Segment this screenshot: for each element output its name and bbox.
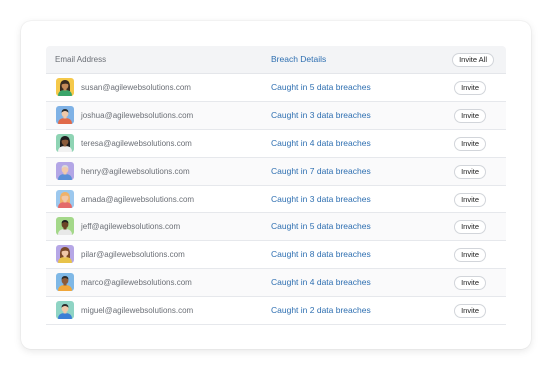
avatar-man-icon — [56, 217, 74, 236]
avatar-woman-icon — [56, 78, 74, 96]
email-address: marco@agilewebsolutions.com — [81, 278, 192, 288]
invite-button[interactable]: Invite — [454, 136, 486, 151]
table-row: miguel@agilewebsolutions.com Caught in 2 … — [46, 297, 506, 326]
email-column-header: Email Address — [55, 55, 107, 64]
table-header: Email Address Breach Details Invite All — [46, 46, 506, 74]
breach-details-link[interactable]: Caught in 4 data breaches — [271, 130, 371, 157]
email-address: pilar@agilewebsolutions.com — [81, 250, 185, 260]
avatar-man-icon — [56, 273, 74, 292]
breach-details-link[interactable]: Caught in 2 data breaches — [271, 297, 371, 324]
invite-button[interactable]: Invite — [454, 220, 486, 235]
invite-button[interactable]: Invite — [454, 108, 486, 123]
avatar-woman-icon — [56, 189, 74, 208]
avatar-man-icon — [56, 161, 74, 180]
email-address: joshua@agilewebsolutions.com — [81, 110, 194, 120]
invite-button[interactable]: Invite — [454, 304, 486, 319]
invite-button[interactable]: Invite — [454, 248, 486, 263]
breach-details-link[interactable]: Caught in 4 data breaches — [271, 269, 371, 296]
avatar-man-icon — [56, 105, 74, 124]
table-row: joshua@agilewebsolutions.com Caught in 3 … — [46, 101, 506, 130]
breach-details-link[interactable]: Caught in 7 data breaches — [271, 158, 371, 185]
invite-button[interactable]: Invite — [454, 192, 486, 207]
breach-details-link[interactable]: Caught in 8 data breaches — [271, 241, 371, 268]
breach-column-header: Breach Details — [271, 54, 327, 64]
email-address: teresa@agilewebsolutions.com — [81, 138, 192, 148]
invite-button[interactable]: Invite — [454, 81, 486, 95]
breach-details-link[interactable]: Caught in 5 data breaches — [271, 74, 371, 101]
table-row: pilar@agilewebsolutions.com Caught in 8 d… — [46, 241, 506, 270]
avatar-man-icon — [56, 301, 74, 320]
table-row: marco@agilewebsolutions.com Caught in 4 d… — [46, 269, 506, 298]
breach-report-card: Email Address Breach Details Invite All … — [21, 21, 531, 349]
email-address: miguel@agilewebsolutions.com — [81, 306, 194, 316]
breach-table: Email Address Breach Details Invite All … — [46, 46, 506, 326]
invite-button[interactable]: Invite — [454, 276, 486, 291]
avatar-woman-icon — [56, 245, 74, 264]
email-address: jeff@agilewebsolutions.com — [81, 222, 181, 232]
invite-button[interactable]: Invite — [454, 164, 486, 179]
table-row: susan@agilewebsolutions.com Caught in 5 d… — [46, 74, 506, 102]
table-body: susan@agilewebsolutions.com Caught in 5 d… — [46, 74, 506, 326]
table-row: amada@agilewebsolutions.com Caught in 3 d… — [46, 186, 506, 214]
table-row: henry@agilewebsolutions.com Caught in 7 d… — [46, 157, 506, 186]
email-address: susan@agilewebsolutions.com — [81, 83, 191, 92]
breach-details-link[interactable]: Caught in 3 data breaches — [271, 186, 371, 213]
table-row: teresa@agilewebsolutions.com Caught in 4 … — [46, 130, 506, 158]
invite-all-button[interactable]: Invite All — [452, 53, 494, 67]
breach-details-link[interactable]: Caught in 5 data breaches — [271, 213, 371, 240]
email-address: henry@agilewebsolutions.com — [81, 166, 190, 176]
email-address: amada@agilewebsolutions.com — [81, 194, 195, 204]
breach-details-link[interactable]: Caught in 3 data breaches — [271, 102, 371, 129]
avatar-woman-icon — [56, 133, 74, 152]
table-row: jeff@agilewebsolutions.com Caught in 5 da… — [46, 213, 506, 242]
